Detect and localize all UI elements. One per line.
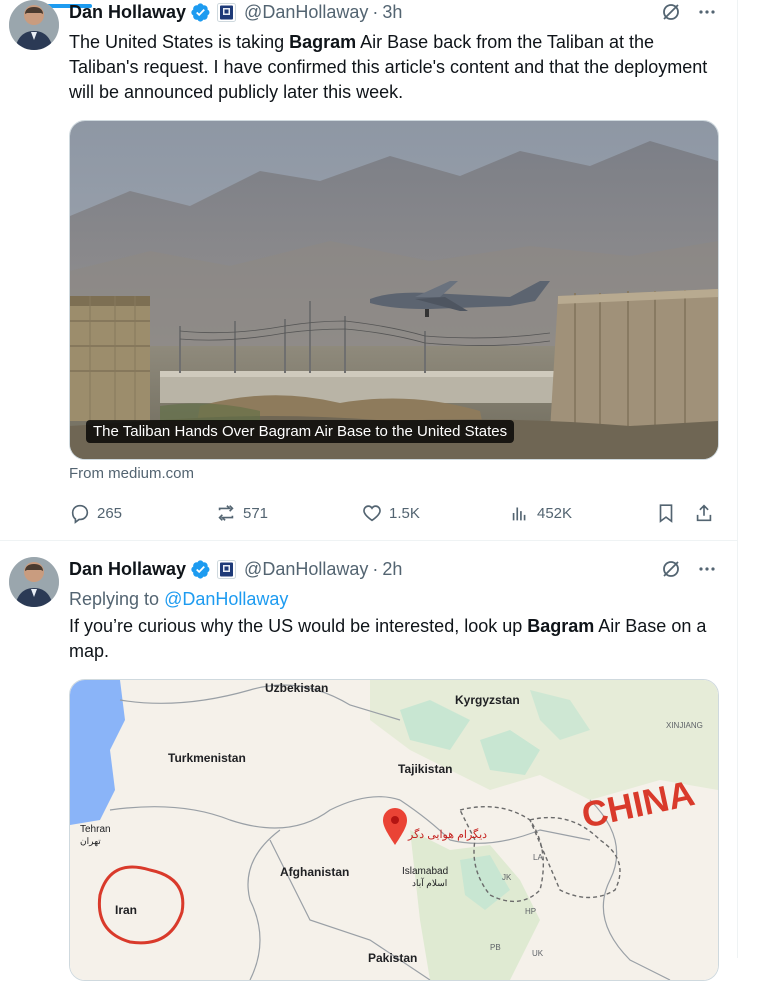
reply-count: 265 xyxy=(97,504,123,522)
grok-icon[interactable] xyxy=(661,559,681,579)
grok-icon[interactable] xyxy=(661,2,681,22)
map-label-jk: JK xyxy=(502,873,512,882)
map-label-pakistan: Pakistan xyxy=(368,951,417,965)
link-card-image[interactable]: The Taliban Hands Over Bagram Air Base t… xyxy=(69,120,719,460)
replying-to-handle[interactable]: @DanHollaway xyxy=(164,589,288,609)
card-source[interactable]: From medium.com xyxy=(69,465,194,482)
map-label-islamabad-native: اسلام آباد xyxy=(412,877,447,889)
tweet-actions: 265 571 1.5K 452K xyxy=(69,498,717,528)
share-icon xyxy=(696,504,712,522)
organization-badge-icon[interactable] xyxy=(217,559,237,579)
verified-badge-icon[interactable] xyxy=(190,2,211,23)
tweet-header: Dan Hollaway @DanHollaway · 3h xyxy=(69,0,402,24)
replying-prefix: Replying to xyxy=(69,589,160,609)
header-actions xyxy=(661,557,717,581)
repost-icon xyxy=(218,505,234,521)
map-label-la: LA xyxy=(533,853,543,862)
tweet-text: The United States is taking Bagram Air B… xyxy=(69,30,709,105)
reply-icon xyxy=(71,504,89,524)
map-label-xinjiang: XINJIANG xyxy=(666,721,703,730)
verified-badge-icon[interactable] xyxy=(190,559,211,580)
author-name[interactable]: Dan Hollaway xyxy=(69,559,186,580)
views-button[interactable]: 452K xyxy=(509,498,572,528)
text-bold-segment: Bagram xyxy=(289,32,357,52)
map-label-hp: HP xyxy=(525,907,536,916)
map-label-tajikistan: Tajikistan xyxy=(398,762,452,776)
timestamp[interactable]: 2h xyxy=(382,559,402,580)
replying-to: Replying to @DanHollaway xyxy=(69,589,288,610)
view-count: 452K xyxy=(537,504,573,522)
more-icon[interactable] xyxy=(697,2,717,22)
repost-button[interactable]: 571 xyxy=(215,498,268,528)
avatar[interactable] xyxy=(9,557,59,607)
map-label-tehran-native: تهران xyxy=(80,836,101,847)
timestamp[interactable]: 3h xyxy=(382,2,402,23)
header-actions xyxy=(661,0,717,24)
map-label-iran: Iran xyxy=(115,903,137,917)
tweet-2[interactable]: Dan Hollaway @DanHollaway · 2h Replying … xyxy=(0,541,737,981)
map-label-uzbekistan: Uzbekistan xyxy=(265,681,328,695)
map-label-uk: UK xyxy=(532,949,544,958)
like-count: 1.5K xyxy=(389,504,420,522)
text-segment: If you’re curious why the US would be in… xyxy=(69,616,528,636)
tweet-1[interactable]: Dan Hollaway @DanHollaway · 3h The Unite… xyxy=(0,0,737,540)
analytics-icon xyxy=(512,507,526,521)
map-label-pb: PB xyxy=(490,943,501,952)
map-label-turkmenistan: Turkmenistan xyxy=(168,751,246,765)
heart-icon xyxy=(363,505,381,522)
avatar[interactable] xyxy=(9,0,59,50)
separator-dot: · xyxy=(372,558,379,579)
map-label-tehran: Tehran xyxy=(80,824,111,835)
column-border xyxy=(737,0,738,958)
region-map: Uzbekistan Kyrgyzstan Turkmenistan Tajik… xyxy=(70,680,718,980)
text-segment: The United States is taking xyxy=(69,32,290,52)
repost-count: 571 xyxy=(243,504,269,522)
reply-button[interactable]: 265 xyxy=(69,498,122,528)
more-icon[interactable] xyxy=(697,559,717,579)
author-handle[interactable]: @DanHollaway xyxy=(244,2,368,23)
like-button[interactable]: 1.5K xyxy=(361,498,420,528)
tweet-header: Dan Hollaway @DanHollaway · 2h xyxy=(69,557,402,581)
map-label-islamabad: Islamabad xyxy=(402,866,448,877)
author-handle[interactable]: @DanHollaway xyxy=(244,559,368,580)
organization-badge-icon[interactable] xyxy=(217,2,237,22)
share-button[interactable] xyxy=(693,498,715,528)
bagram-photo xyxy=(70,121,718,459)
bookmark-icon xyxy=(659,504,673,523)
card-caption: The Taliban Hands Over Bagram Air Base t… xyxy=(86,420,515,443)
separator-dot: · xyxy=(372,1,379,22)
map-label-kyrgyzstan: Kyrgyzstan xyxy=(455,693,520,707)
bookmark-button[interactable] xyxy=(655,498,677,528)
map-image[interactable]: Uzbekistan Kyrgyzstan Turkmenistan Tajik… xyxy=(69,679,719,981)
map-label-afghanistan: Afghanistan xyxy=(280,865,349,879)
tweet-text: If you’re curious why the US would be in… xyxy=(69,614,709,664)
author-name[interactable]: Dan Hollaway xyxy=(69,2,186,23)
map-label-bagram-native: دیگرام هوایی دگر xyxy=(407,828,487,841)
text-bold-segment: Bagram xyxy=(527,616,595,636)
